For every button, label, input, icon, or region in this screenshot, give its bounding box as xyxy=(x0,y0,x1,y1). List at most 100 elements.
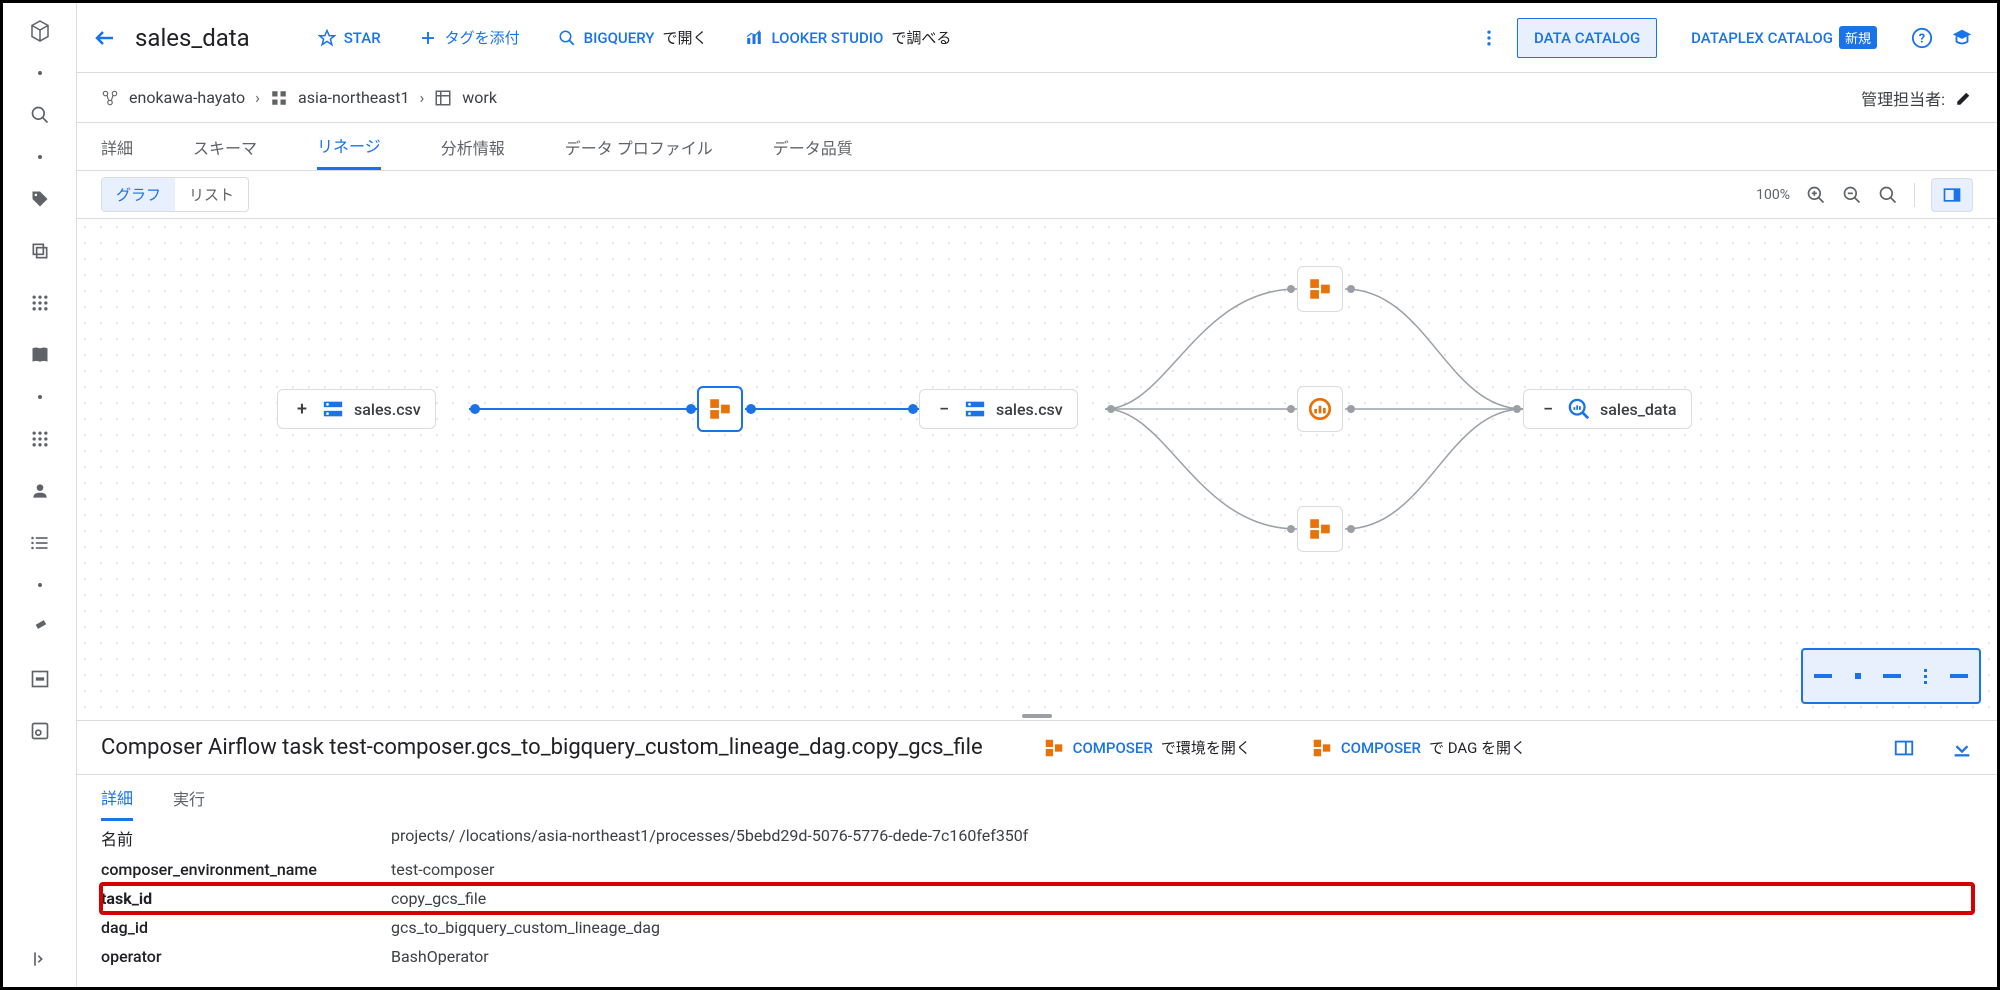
product-logo[interactable] xyxy=(28,19,52,43)
composer-icon xyxy=(1311,737,1333,759)
rail-grid[interactable] xyxy=(28,291,52,315)
bc-region[interactable]: asia-northeast1 xyxy=(298,88,409,107)
minimap[interactable] xyxy=(1801,648,1981,704)
new-badge: 新規 xyxy=(1839,26,1877,49)
lineage-process[interactable] xyxy=(1297,266,1343,312)
lineage-process-selected[interactable] xyxy=(697,386,743,432)
star-label: STAR xyxy=(344,29,381,47)
zoom-out[interactable] xyxy=(1842,185,1862,205)
composer-dag-link[interactable]: COMPOSER で DAG を開く xyxy=(1311,737,1526,759)
rail-search[interactable] xyxy=(28,103,52,127)
help-button[interactable]: ? xyxy=(1911,27,1933,49)
more-vert-icon xyxy=(1479,28,1499,48)
tab-details[interactable]: 詳細 xyxy=(101,123,133,170)
lineage-toolbar: グラフ リスト 100% xyxy=(77,171,1997,219)
lineage-node-source[interactable]: + sales.csv xyxy=(277,389,436,429)
storage-icon xyxy=(322,398,344,420)
dataplex-logo-icon xyxy=(28,15,52,47)
view-list[interactable]: リスト xyxy=(175,178,248,211)
tab-profile[interactable]: データ プロファイル xyxy=(565,123,713,170)
view-graph[interactable]: グラフ xyxy=(102,178,175,211)
rail-copy[interactable] xyxy=(28,239,52,263)
details-tab-runs[interactable]: 実行 xyxy=(173,775,205,821)
collapse-icon[interactable]: − xyxy=(934,399,954,419)
rail-tag[interactable] xyxy=(28,187,52,211)
zoom-in-icon xyxy=(1806,185,1826,205)
grid-icon xyxy=(30,429,50,449)
prop-key: 名前 xyxy=(101,826,391,850)
node-label: sales_data xyxy=(1600,400,1677,419)
composer-env-link[interactable]: COMPOSER で環境を開く xyxy=(1043,737,1251,759)
tab-lineage[interactable]: リネージ xyxy=(317,123,381,170)
view-toggle: グラフ リスト xyxy=(101,177,249,212)
learn-button[interactable] xyxy=(1951,27,1973,49)
collapse-down-icon xyxy=(1951,737,1973,759)
looker-label-jp: で調べる xyxy=(891,27,951,48)
expand-icon[interactable]: + xyxy=(292,399,312,419)
rail-inbox[interactable] xyxy=(28,667,52,691)
looker-icon xyxy=(745,29,763,47)
prop-key: operator xyxy=(101,947,391,966)
bc-dataset[interactable]: work xyxy=(462,88,497,107)
collapse-icon[interactable]: − xyxy=(1538,399,1558,419)
lineage-process[interactable] xyxy=(1297,386,1343,432)
lineage-node-intermediate[interactable]: − sales.csv xyxy=(919,389,1078,429)
looker-button[interactable]: LOOKER STUDIO で調べる xyxy=(735,21,961,54)
composer-icon xyxy=(1307,276,1333,302)
rail-explore[interactable] xyxy=(28,719,52,743)
more-button[interactable] xyxy=(1479,28,1499,48)
zoom-fit[interactable] xyxy=(1878,185,1898,205)
rail-book[interactable] xyxy=(28,343,52,367)
panel-collapse-button[interactable] xyxy=(1951,737,1973,759)
bc-project[interactable]: enokawa-hayato xyxy=(129,88,245,107)
bigquery-icon xyxy=(558,29,576,47)
back-button[interactable] xyxy=(93,26,117,50)
rail-list[interactable] xyxy=(28,531,52,555)
bigquery-label: BIGQUERY xyxy=(584,29,655,47)
copy-icon xyxy=(30,241,50,261)
lineage-process[interactable] xyxy=(1297,506,1343,552)
bigquery-process-icon xyxy=(1307,396,1333,422)
star-icon xyxy=(318,29,336,47)
composer-link-jp: で環境を開く xyxy=(1161,737,1251,758)
lineage-canvas[interactable]: + sales.csv − sales.csv − xyxy=(77,219,1997,720)
details-tabs: 詳細 実行 xyxy=(77,775,1997,821)
left-rail xyxy=(3,3,77,987)
prop-key: dag_id xyxy=(101,918,391,937)
data-catalog-button[interactable]: DATA CATALOG xyxy=(1517,18,1657,58)
breadcrumb: enokawa-hayato › asia-northeast1 › work … xyxy=(77,73,1997,123)
header: sales_data STAR タグを添付 BIGQUERY で開く LOOKE… xyxy=(77,3,1997,73)
rail-separator xyxy=(38,71,42,75)
rail-grid2[interactable] xyxy=(28,427,52,451)
prop-row: composer_environment_nametest-composer xyxy=(101,855,1973,884)
star-button[interactable]: STAR xyxy=(308,23,391,53)
tab-schema[interactable]: スキーマ xyxy=(193,123,257,170)
rail-person[interactable] xyxy=(28,479,52,503)
table-icon xyxy=(434,89,452,107)
tab-quality[interactable]: データ品質 xyxy=(773,123,853,170)
tag-attach-button[interactable]: タグを添付 xyxy=(409,21,530,54)
zoom-in[interactable] xyxy=(1806,185,1826,205)
panel-resize-handle[interactable] xyxy=(1022,714,1052,718)
chevron-right-icon xyxy=(30,949,50,969)
prop-row: dag_idgcs_to_bigquery_custom_lineage_dag xyxy=(101,913,1973,942)
rail-expand[interactable] xyxy=(28,947,52,971)
rail-gavel[interactable] xyxy=(28,615,52,639)
bigquery-open-button[interactable]: BIGQUERY で開く xyxy=(548,21,718,54)
composer-icon xyxy=(707,396,733,422)
gavel-icon xyxy=(30,617,50,637)
project-icon xyxy=(101,89,119,107)
edit-icon[interactable] xyxy=(1955,89,1973,107)
prop-val: gcs_to_bigquery_custom_lineage_dag xyxy=(391,918,660,937)
prop-val: copy_gcs_file xyxy=(391,889,486,908)
panel-layout-button[interactable] xyxy=(1893,737,1915,759)
tag-attach-label: タグを添付 xyxy=(445,27,520,48)
details-tab-info[interactable]: 詳細 xyxy=(101,775,133,821)
dataplex-catalog-button[interactable]: DATAPLEX CATALOG 新規 xyxy=(1675,16,1893,59)
lineage-node-target[interactable]: − sales_data xyxy=(1523,389,1692,429)
panel-toggle[interactable] xyxy=(1931,178,1973,212)
node-label: sales.csv xyxy=(354,400,421,419)
tab-insights[interactable]: 分析情報 xyxy=(441,123,505,170)
chevron-icon: › xyxy=(255,88,260,107)
composer-icon xyxy=(1043,737,1065,759)
